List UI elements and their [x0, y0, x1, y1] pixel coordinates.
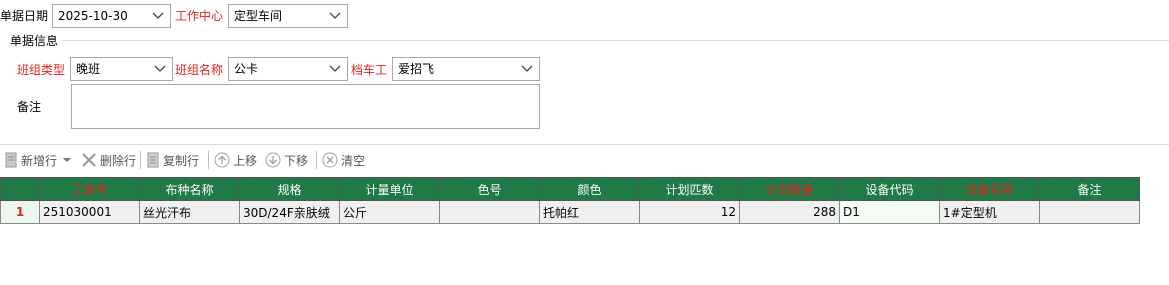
equipment-code-cell[interactable]: D1 — [839, 200, 940, 224]
column-header[interactable]: 计量单位 — [339, 177, 440, 201]
column-header[interactable]: 规格 — [239, 177, 340, 201]
column-header[interactable]: 设备名称 — [939, 177, 1040, 201]
clear-label: 清空 — [341, 153, 366, 168]
plan-pieces-cell[interactable]: 12 — [639, 200, 740, 224]
copy-icon — [147, 152, 159, 168]
column-header[interactable]: 设备代码 — [839, 177, 940, 201]
fabric-name-cell[interactable]: 丝光汗布 — [139, 200, 240, 224]
operator-select[interactable]: 爱招飞 — [392, 57, 540, 81]
unit-cell[interactable]: 公斤 — [339, 200, 440, 224]
chevron-down-icon — [329, 12, 341, 19]
clear-circle-x-icon — [322, 152, 338, 168]
shift-name-label: 班组名称 — [175, 63, 224, 77]
copy-row-button[interactable]: 复制行 — [146, 149, 199, 171]
color-code-cell[interactable] — [439, 200, 540, 224]
delete-row-label: 删除行 — [100, 153, 137, 168]
date-select[interactable]: 2025-10-30 — [52, 4, 171, 28]
operator-label: 档车工 — [351, 63, 388, 77]
grid-header-row: 工单号 布种名称 规格 计量单位 色号 颜色 计划匹数 计划数量 设备代码 设备… — [0, 177, 1140, 201]
column-header[interactable]: 工单号 — [39, 177, 140, 201]
chevron-down-icon — [521, 65, 533, 72]
toolbar-separator — [140, 151, 141, 169]
add-row-label: 新增行 — [21, 153, 58, 168]
column-header[interactable]: 计划匹数 — [639, 177, 740, 201]
table-row[interactable]: 1 251030001 丝光汗布 30D/24F亲肤绒 公斤 托帕红 12 28… — [0, 200, 1140, 224]
color-cell[interactable]: 托帕红 — [539, 200, 640, 224]
column-header[interactable]: 备注 — [1039, 177, 1140, 201]
copy-row-label: 复制行 — [163, 153, 200, 168]
chevron-down-icon — [152, 12, 164, 19]
arrow-down-icon — [265, 152, 281, 168]
column-header[interactable]: 色号 — [439, 177, 540, 201]
row-number-header — [0, 177, 40, 201]
equipment-name-cell[interactable]: 1#定型机 — [939, 200, 1040, 224]
move-down-label: 下移 — [284, 153, 309, 168]
move-up-label: 上移 — [233, 153, 258, 168]
chevron-down-icon — [329, 65, 341, 72]
toolbar-separator — [316, 151, 317, 169]
chevron-down-icon — [154, 65, 166, 72]
column-header[interactable]: 布种名称 — [139, 177, 240, 201]
work-order-cell[interactable]: 251030001 — [39, 200, 140, 224]
workcenter-label: 工作中心 — [175, 9, 224, 23]
remark-label: 备注 — [17, 100, 42, 114]
shift-name-value: 公卡 — [234, 62, 259, 76]
delete-x-icon — [82, 153, 96, 167]
workcenter-select[interactable]: 定型车间 — [228, 4, 348, 28]
spec-cell[interactable]: 30D/24F亲肤绒 — [239, 200, 340, 224]
shift-name-select[interactable]: 公卡 — [228, 57, 348, 81]
remark-textarea[interactable] — [71, 84, 540, 129]
shift-type-label: 班组类型 — [17, 63, 66, 77]
detail-grid: 工单号 布种名称 规格 计量单位 色号 颜色 计划匹数 计划数量 设备代码 设备… — [0, 177, 1140, 224]
clear-button[interactable]: 清空 — [322, 149, 365, 171]
date-label: 单据日期 — [0, 9, 49, 23]
shift-type-select[interactable]: 晚班 — [70, 57, 173, 81]
date-value: 2025-10-30 — [58, 9, 128, 23]
plan-quantity-cell[interactable]: 288 — [739, 200, 840, 224]
document-icon — [5, 152, 17, 168]
column-header[interactable]: 计划数量 — [739, 177, 840, 201]
shift-type-value: 晚班 — [76, 62, 101, 76]
move-up-button[interactable]: 上移 — [214, 149, 257, 171]
section-divider — [62, 40, 1169, 41]
delete-row-button[interactable]: 删除行 — [81, 149, 136, 171]
column-header[interactable]: 颜色 — [539, 177, 640, 201]
arrow-up-icon — [214, 152, 230, 168]
workcenter-value: 定型车间 — [234, 9, 283, 23]
section-title: 单据信息 — [10, 34, 59, 48]
toolbar-divider — [0, 144, 1169, 145]
move-down-button[interactable]: 下移 — [265, 149, 308, 171]
add-row-button[interactable]: 新增行 — [4, 149, 76, 171]
row-number[interactable]: 1 — [0, 200, 40, 224]
remark-cell[interactable] — [1039, 200, 1140, 224]
operator-value: 爱招飞 — [398, 62, 435, 76]
caret-down-icon — [63, 158, 72, 162]
toolbar-separator — [208, 151, 209, 169]
